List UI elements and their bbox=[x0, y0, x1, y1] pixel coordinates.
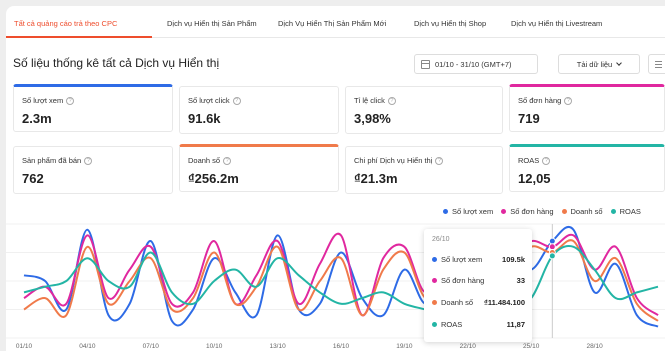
info-icon: ? bbox=[84, 156, 93, 165]
metric-card-orders[interactable]: Số đơn hàng? 719 bbox=[509, 84, 665, 132]
hover-point-3 bbox=[548, 252, 556, 260]
line-chart: 01/10 04/10 07/10 10/10 13/10 16/10 19/10 22/10… bbox=[6, 223, 665, 350]
legend-dot bbox=[561, 209, 567, 214]
info-icon: ? bbox=[564, 96, 573, 105]
info-icon: ? bbox=[435, 156, 444, 165]
legend-item-revenue[interactable]: Doanh số bbox=[561, 207, 603, 216]
metric-value: 2.3m bbox=[22, 111, 52, 126]
tooltip-row: Số đơn hàng 33 bbox=[432, 276, 525, 285]
menu-line-icon bbox=[654, 60, 662, 62]
tooltip-name: Số lượt xem bbox=[441, 255, 483, 264]
calendar-icon bbox=[421, 59, 430, 69]
tooltip-value: 11,87 bbox=[506, 320, 525, 329]
metric-card-ctr[interactable]: Tỉ lệ click? 3,98% bbox=[345, 86, 503, 134]
download-label: Tải dữ liệu bbox=[576, 59, 613, 69]
metric-value: ₫21.3m bbox=[354, 171, 398, 186]
date-range-picker[interactable]: 01/10 - 31/10 (GMT+7) bbox=[414, 54, 538, 74]
legend-dot bbox=[610, 209, 616, 214]
metric-value: 762 bbox=[22, 171, 44, 186]
page-title: Số liệu thống kê tất cả Dịch vụ Hiển thị bbox=[13, 56, 220, 70]
tooltip-name: Số đơn hàng bbox=[441, 276, 485, 285]
more-menu-button[interactable] bbox=[648, 54, 665, 74]
tooltip-dot bbox=[432, 322, 437, 327]
tab-livestream-display[interactable]: Dịch vụ Hiển thị Livestream bbox=[511, 19, 602, 28]
legend-label: Số lượt xem bbox=[452, 207, 494, 216]
chart-tooltip: 26/10 Số lượt xem 109.5k Số đơn hàng 33 Do… bbox=[424, 229, 532, 342]
metric-card-ad-cost[interactable]: Chi phí Dịch vụ Hiển thị? ₫21.3m bbox=[345, 146, 503, 194]
metric-label: Số lượt click bbox=[188, 96, 230, 105]
legend-dot bbox=[501, 209, 507, 214]
metric-value: 91.6k bbox=[188, 111, 221, 126]
download-data-button[interactable]: Tải dữ liệu bbox=[558, 54, 640, 74]
tab-new-product-display[interactable]: Dịch Vụ Hiển Thị Sản Phẩm Mới bbox=[278, 19, 386, 28]
legend-item-views[interactable]: Số lượt xem bbox=[443, 207, 493, 216]
tooltip-row: Số lượt xem 109.5k bbox=[432, 255, 525, 264]
metric-card-items-sold[interactable]: Sản phẩm đã bán? 762 bbox=[13, 146, 173, 194]
tooltip-dot bbox=[432, 257, 437, 262]
chart-legend: Số lượt xem Số đơn hàng Doanh số ROAS bbox=[443, 207, 641, 216]
metric-value: 3,98% bbox=[354, 111, 391, 126]
menu-line-icon bbox=[654, 63, 662, 65]
tooltip-row: Doanh số ₫11.484.100 bbox=[432, 298, 525, 307]
tooltip-value: ₫11.484.100 bbox=[484, 298, 525, 307]
date-range-label: 01/10 - 31/10 (GMT+7) bbox=[435, 59, 512, 69]
metric-card-views[interactable]: Số lượt xem? 2.3m bbox=[13, 84, 173, 132]
tab-all-cpc[interactable]: Tất cả quảng cáo trả theo CPC bbox=[14, 19, 117, 28]
info-icon: ? bbox=[387, 96, 396, 105]
metric-value: 12,05 bbox=[518, 171, 551, 186]
active-tab-indicator bbox=[6, 36, 152, 38]
metric-card-roas[interactable]: ROAS? 12,05 bbox=[509, 144, 665, 192]
x-tick-label: 13/10 bbox=[269, 343, 286, 350]
metric-label: Số đơn hàng bbox=[518, 96, 562, 105]
info-icon: ? bbox=[66, 96, 75, 105]
series-line-0 bbox=[23, 225, 659, 328]
x-tick-label: 25/10 bbox=[523, 343, 540, 350]
tooltip-name: ROAS bbox=[441, 320, 463, 329]
tooltip-date: 26/10 bbox=[432, 236, 450, 243]
metric-label: Số lượt xem bbox=[22, 96, 64, 105]
tab-bar: Tất cả quảng cáo trả theo CPC Dịch vụ Hi… bbox=[6, 6, 665, 38]
tab-product-display[interactable]: Dịch vụ Hiển thị Sản Phẩm bbox=[167, 19, 257, 28]
info-icon: ? bbox=[542, 156, 551, 165]
hover-point-1 bbox=[548, 243, 556, 251]
menu-line-icon bbox=[654, 66, 662, 68]
metric-label: ROAS bbox=[518, 156, 540, 165]
legend-dot bbox=[443, 209, 448, 214]
tooltip-dot bbox=[432, 278, 437, 283]
x-tick-label: 04/10 bbox=[79, 343, 96, 350]
metric-card-clicks[interactable]: Số lượt click? 91.6k bbox=[179, 86, 339, 134]
x-tick-label: 01/10 bbox=[16, 343, 33, 350]
x-tick-label: 16/10 bbox=[333, 343, 350, 350]
legend-label: Số đơn hàng bbox=[510, 207, 554, 216]
chevron-down-icon bbox=[616, 59, 623, 66]
x-tick-label: 07/10 bbox=[143, 343, 160, 350]
info-icon: ? bbox=[223, 156, 232, 165]
legend-item-orders[interactable]: Số đơn hàng bbox=[501, 207, 554, 216]
metric-label: Chi phí Dịch vụ Hiển thị bbox=[354, 156, 433, 165]
tooltip-row: ROAS 11,87 bbox=[432, 320, 525, 329]
legend-label: Doanh số bbox=[570, 207, 603, 216]
tab-shop-display[interactable]: Dịch vụ Hiển thị Shop bbox=[414, 19, 486, 28]
metric-value: ₫256.2m bbox=[188, 171, 239, 186]
x-tick-label: 10/10 bbox=[206, 343, 223, 350]
tooltip-value: 33 bbox=[516, 276, 525, 285]
legend-label: ROAS bbox=[619, 207, 641, 216]
metric-label: Doanh số bbox=[188, 156, 221, 165]
x-tick-label: 19/10 bbox=[396, 343, 413, 350]
info-icon: ? bbox=[232, 96, 241, 105]
tooltip-value: 109.5k bbox=[502, 255, 525, 264]
tooltip-dot bbox=[432, 300, 437, 305]
metric-card-revenue[interactable]: Doanh số? ₫256.2m bbox=[179, 144, 339, 192]
legend-item-roas[interactable]: ROAS bbox=[610, 207, 641, 216]
metric-label: Tỉ lệ click bbox=[354, 96, 385, 105]
hover-point-0 bbox=[548, 237, 556, 245]
x-tick-label: 28/10 bbox=[586, 343, 603, 350]
tooltip-name: Doanh số bbox=[441, 298, 474, 307]
x-tick-label: 22/10 bbox=[460, 343, 477, 350]
metric-value: 719 bbox=[518, 111, 540, 126]
dashboard-panel: Tất cả quảng cáo trả theo CPC Dịch vụ Hi… bbox=[6, 6, 665, 351]
metric-label: Sản phẩm đã bán bbox=[22, 156, 82, 165]
x-axis-ticks: 01/10 04/10 07/10 10/10 13/10 16/10 19/10 22/10… bbox=[16, 343, 603, 350]
